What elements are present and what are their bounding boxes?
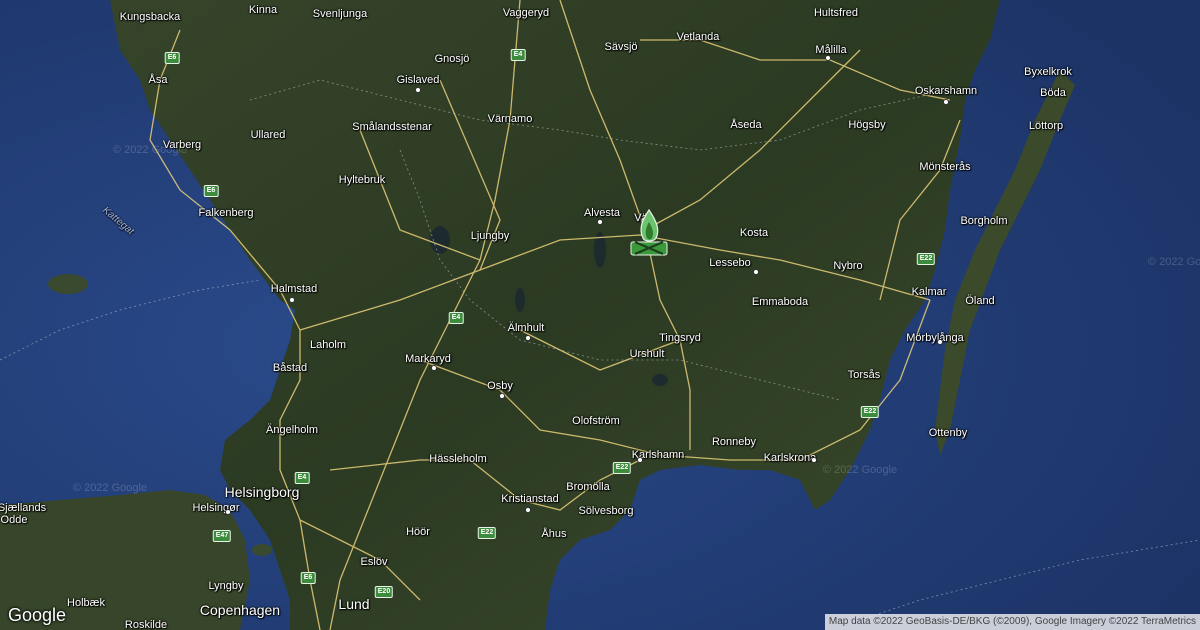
highway-shield: E6 (164, 52, 180, 64)
place-label[interactable]: Ronneby (712, 436, 756, 448)
place-label[interactable]: Odde (1, 514, 28, 526)
highway-shield: E47 (212, 530, 232, 542)
city-marker (753, 269, 759, 275)
place-label[interactable]: Borgholm (960, 215, 1007, 227)
highway-shield: E4 (294, 472, 310, 484)
place-label[interactable]: Halmstad (271, 283, 317, 295)
place-label[interactable]: Kristianstad (501, 493, 558, 505)
place-label[interactable]: Öland (965, 295, 994, 307)
place-label[interactable]: Svenljunga (313, 8, 367, 20)
place-label[interactable]: Sjællands (0, 502, 46, 514)
place-label[interactable]: Olofström (572, 415, 620, 427)
place-label[interactable]: Helsingør (192, 502, 239, 514)
place-label[interactable]: Hyltebruk (339, 174, 385, 186)
place-label[interactable]: Åhus (541, 528, 566, 540)
place-label[interactable]: Kungsbacka (120, 11, 181, 23)
place-label[interactable]: Gislaved (397, 74, 440, 86)
place-label[interactable]: Ullared (251, 129, 286, 141)
place-label[interactable]: Karlskrona (764, 452, 817, 464)
place-label[interactable]: Båstad (273, 362, 307, 374)
place-label[interactable]: Smålandsstenar (352, 121, 432, 133)
city-marker (825, 55, 831, 61)
place-label[interactable]: Lund (338, 596, 369, 612)
city-marker (415, 87, 421, 93)
place-label[interactable]: Älmhult (508, 322, 545, 334)
place-label[interactable]: Falkenberg (198, 207, 253, 219)
place-label[interactable]: Ljungby (471, 230, 510, 242)
place-label[interactable]: Copenhagen (200, 602, 280, 618)
place-label[interactable]: Hultsfred (814, 7, 858, 19)
campfire-marker[interactable] (627, 208, 671, 258)
place-label[interactable]: Varberg (163, 139, 201, 151)
place-label[interactable]: Osby (487, 380, 513, 392)
place-label[interactable]: Höör (406, 526, 430, 538)
place-label[interactable]: Oskarshamn (915, 85, 977, 97)
map-attribution[interactable]: Map data ©2022 GeoBasis-DE/BKG (©2009), … (824, 614, 1200, 630)
highway-shield: E22 (916, 253, 936, 265)
watermark: © 2022 Google (72, 482, 148, 494)
watermark: © 2022 Google (1147, 256, 1200, 268)
map-terrain (0, 0, 1200, 630)
place-label[interactable]: Markaryd (405, 353, 451, 365)
place-label[interactable]: Lyngby (208, 580, 243, 592)
place-label[interactable]: Eslöv (361, 556, 388, 568)
highway-shield: E4 (448, 312, 464, 324)
city-marker (289, 297, 295, 303)
place-label[interactable]: Gnosjö (435, 53, 470, 65)
city-marker (937, 339, 943, 345)
place-label[interactable]: Kosta (740, 227, 768, 239)
place-label[interactable]: Alvesta (584, 207, 620, 219)
watermark: © 2022 Google (822, 464, 898, 476)
place-label[interactable]: Vaggeryd (503, 7, 549, 19)
place-label[interactable]: Mönsterås (919, 161, 970, 173)
place-label[interactable]: Nybro (833, 260, 862, 272)
place-label[interactable]: Mörbylånga (906, 332, 963, 344)
highway-shield: E20 (374, 586, 394, 598)
place-label[interactable]: Kalmar (912, 286, 947, 298)
place-label[interactable]: Åsa (149, 74, 168, 86)
highway-shield: E6 (203, 185, 219, 197)
city-marker (637, 457, 643, 463)
highway-shield: E22 (612, 462, 632, 474)
city-marker (431, 365, 437, 371)
place-label[interactable]: Ottenby (929, 427, 968, 439)
place-label[interactable]: Löttorp (1029, 120, 1063, 132)
place-label[interactable]: Hässleholm (429, 453, 486, 465)
city-marker (499, 393, 505, 399)
city-marker (525, 335, 531, 341)
google-logo: Google (8, 605, 67, 625)
place-label[interactable]: Böda (1040, 87, 1066, 99)
campfire-icon (630, 208, 668, 256)
highway-shield: E22 (477, 527, 497, 539)
place-label[interactable]: Holbæk (67, 597, 105, 609)
place-label[interactable]: Åseda (730, 119, 761, 131)
city-marker (811, 457, 817, 463)
place-label[interactable]: Torsås (848, 369, 880, 381)
place-label[interactable]: Bromölla (566, 481, 609, 493)
place-label[interactable]: Vetlanda (677, 31, 720, 43)
place-label[interactable]: Byxelkrok (1024, 66, 1072, 78)
place-label[interactable]: Ängelholm (266, 424, 318, 436)
place-label[interactable]: Laholm (310, 339, 346, 351)
place-label[interactable]: Emmaboda (752, 296, 808, 308)
place-label[interactable]: Roskilde (125, 619, 167, 630)
place-label[interactable]: Urshult (630, 348, 665, 360)
place-label[interactable]: Sävsjö (604, 41, 637, 53)
city-marker (943, 99, 949, 105)
place-label[interactable]: Målilla (815, 44, 846, 56)
place-label[interactable]: Högsby (848, 119, 885, 131)
place-label[interactable]: Lessebo (709, 257, 751, 269)
city-marker (525, 507, 531, 513)
place-label[interactable]: Kinna (249, 4, 277, 16)
place-label[interactable]: Värnamo (488, 113, 533, 125)
city-marker (225, 509, 231, 515)
place-label[interactable]: Helsingborg (225, 484, 300, 500)
highway-shield: E22 (860, 406, 880, 418)
satellite-map[interactable]: © 2022 Google © 2022 Google © 2022 Googl… (0, 0, 1200, 630)
highway-shield: E4 (510, 49, 526, 61)
city-marker (597, 219, 603, 225)
place-label[interactable]: Sölvesborg (578, 505, 633, 517)
place-label[interactable]: Tingsryd (659, 332, 701, 344)
highway-shield: E6 (300, 572, 316, 584)
